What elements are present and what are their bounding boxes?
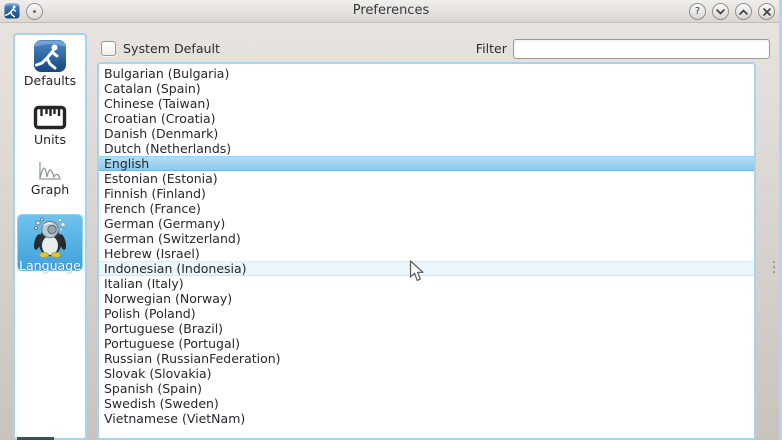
window-title: Preferences bbox=[0, 0, 782, 22]
preferences-window: Preferences ? bbox=[0, 0, 782, 440]
sidebar-item-label: Defaults bbox=[15, 73, 85, 88]
list-item[interactable]: Danish (Denmark) bbox=[99, 126, 754, 141]
ruler-icon bbox=[33, 104, 67, 132]
help-button[interactable]: ? bbox=[689, 3, 706, 20]
sidebar-item-label: Graph bbox=[15, 182, 85, 197]
list-item[interactable]: Finnish (Finland) bbox=[99, 186, 754, 201]
sidebar-item-graph[interactable]: Graph bbox=[15, 160, 85, 197]
list-item[interactable]: German (Germany) bbox=[99, 216, 754, 231]
list-item[interactable]: Spanish (Spain) bbox=[99, 381, 754, 396]
close-button[interactable] bbox=[758, 3, 775, 20]
sidebar-item-defaults[interactable]: Defaults bbox=[15, 39, 85, 88]
diver-icon bbox=[33, 39, 67, 73]
list-item[interactable]: Portuguese (Brazil) bbox=[99, 321, 754, 336]
language-list: Bulgarian (Bulgaria)Catalan (Spain)Chine… bbox=[97, 62, 756, 440]
list-item[interactable]: English bbox=[99, 156, 754, 171]
list-item[interactable]: Swedish (Sweden) bbox=[99, 396, 754, 411]
list-item[interactable]: Dutch (Netherlands) bbox=[99, 141, 754, 156]
chevron-down-icon bbox=[716, 9, 725, 15]
list-item[interactable]: French (France) bbox=[99, 201, 754, 216]
list-item[interactable]: Chinese (Taiwan) bbox=[99, 96, 754, 111]
close-icon bbox=[763, 8, 771, 16]
list-item[interactable]: Slovak (Slovakia) bbox=[99, 366, 754, 381]
titlebar[interactable]: Preferences ? bbox=[0, 0, 782, 23]
list-item[interactable]: Bulgarian (Bulgaria) bbox=[99, 66, 754, 81]
chevron-up-icon bbox=[739, 9, 748, 15]
settings-category-list: Defaults Units Graph bbox=[13, 33, 87, 440]
sidebar-item-units[interactable]: Units bbox=[15, 104, 85, 147]
list-item[interactable]: Estonian (Estonia) bbox=[99, 171, 754, 186]
filter-input[interactable] bbox=[513, 39, 770, 59]
system-default-checkbox[interactable] bbox=[101, 41, 116, 56]
sidebar-item-language[interactable]: Language bbox=[17, 214, 83, 271]
graph-icon bbox=[37, 160, 63, 182]
list-item[interactable]: Polish (Poland) bbox=[99, 306, 754, 321]
list-item[interactable]: Hebrew (Israel) bbox=[99, 246, 754, 261]
list-item[interactable]: Indonesian (Indonesia) bbox=[99, 261, 754, 276]
system-default-label: System Default bbox=[123, 41, 220, 56]
tux-diver-icon bbox=[30, 216, 70, 258]
resize-grip[interactable] bbox=[773, 261, 776, 274]
maximize-button[interactable] bbox=[735, 3, 752, 20]
list-item[interactable]: Norwegian (Norway) bbox=[99, 291, 754, 306]
list-item[interactable]: Russian (RussianFederation) bbox=[99, 351, 754, 366]
list-item[interactable]: Catalan (Spain) bbox=[99, 81, 754, 96]
list-item[interactable]: Vietnamese (VietNam) bbox=[99, 411, 754, 426]
sidebar-item-label: Units bbox=[15, 132, 85, 147]
list-item[interactable]: Portuguese (Portugal) bbox=[99, 336, 754, 351]
minimize-button[interactable] bbox=[712, 3, 729, 20]
sidebar-item-label: Language bbox=[18, 258, 82, 273]
filter-label: Filter bbox=[430, 41, 507, 56]
list-item[interactable]: Croatian (Croatia) bbox=[99, 111, 754, 126]
list-item[interactable]: German (Switzerland) bbox=[99, 231, 754, 246]
list-item[interactable]: Italian (Italy) bbox=[99, 276, 754, 291]
